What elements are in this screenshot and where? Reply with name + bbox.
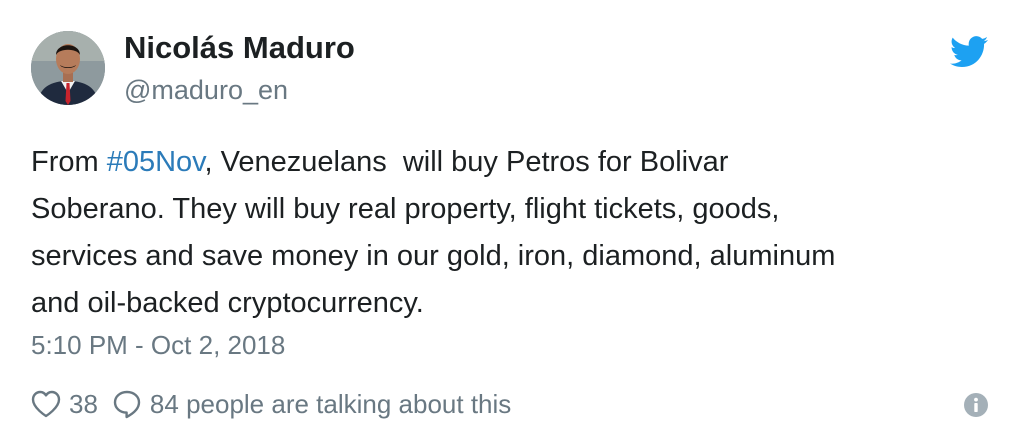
tweet-line: From #05Nov, Venezuelans will buy Petros… <box>31 139 991 186</box>
twitter-bird-icon[interactable] <box>950 36 988 68</box>
speech-bubble-icon <box>112 389 142 419</box>
tweet-text-segment: From <box>31 146 107 178</box>
tweet-line: services and save money in our gold, iro… <box>31 240 836 272</box>
tweet-timestamp[interactable]: 5:10 PM - Oct 2, 2018 <box>31 328 285 362</box>
tweet-card: Nicolás Maduro @maduro_en From #05Nov, V… <box>0 0 1024 446</box>
tweet-text: From #05Nov, Venezuelans will buy Petros… <box>31 139 991 327</box>
hashtag-link[interactable]: #05Nov <box>107 146 205 178</box>
replies-button[interactable]: 84 people are talking about this <box>112 387 511 421</box>
tweet-text-segment: , Venezuelans will buy Petros for Boliva… <box>204 146 729 178</box>
info-icon[interactable] <box>964 393 988 417</box>
avatar[interactable] <box>31 31 105 105</box>
heart-icon <box>31 390 61 418</box>
likes-count: 38 <box>69 389 98 419</box>
author-name[interactable]: Nicolás Maduro <box>124 29 355 67</box>
tweet-line: Soberano. They will buy real property, f… <box>31 193 780 225</box>
tweet-actions: 38 84 people are talking about this <box>31 385 511 423</box>
like-button[interactable]: 38 <box>31 387 98 421</box>
tweet-line: and oil-backed cryptocurrency. <box>31 287 424 319</box>
author-handle[interactable]: @maduro_en <box>124 74 288 106</box>
replies-text: 84 people are talking about this <box>149 389 512 419</box>
avatar-photo <box>31 31 105 105</box>
